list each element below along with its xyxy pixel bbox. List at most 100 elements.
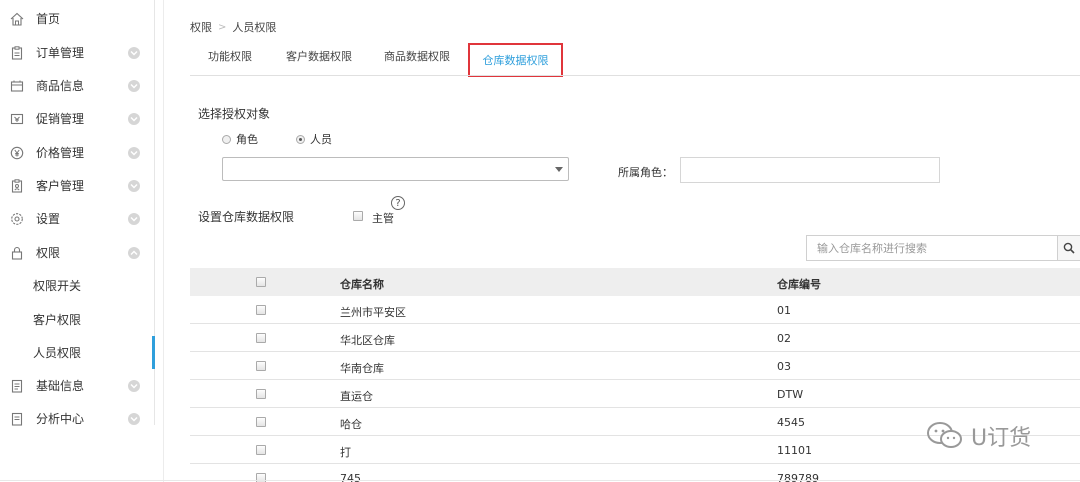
chevron-down-icon[interactable] <box>128 180 140 192</box>
customer-icon <box>9 178 24 193</box>
gear-icon <box>9 211 24 226</box>
row-checkbox[interactable] <box>256 416 266 430</box>
sidebar-item-label: 商品信息 <box>36 79 85 93</box>
sidebar-item-analysis[interactable]: 分析中心 <box>0 402 155 435</box>
manager-checkbox-wrap[interactable]: 主管 <box>353 208 394 225</box>
tab-product-data-permission[interactable]: 商品数据权限 <box>384 48 450 64</box>
chevron-down-icon[interactable] <box>128 47 140 59</box>
watermark: U订货 <box>925 420 1031 452</box>
tab-function-permission[interactable]: 功能权限 <box>208 48 252 64</box>
sidebar-item-settings[interactable]: 设置 <box>0 202 155 235</box>
help-icon[interactable]: ? <box>391 196 405 210</box>
sidebar-item-label: 设置 <box>36 212 61 226</box>
warehouse-name: 哈仓 <box>340 418 362 431</box>
table-row[interactable]: 华北区仓库 02 <box>190 324 1080 352</box>
sidebar-subitem-staff-permission[interactable]: 人员权限 <box>0 336 155 369</box>
row-checkbox[interactable] <box>256 388 266 402</box>
auth-target-select[interactable] <box>222 157 569 181</box>
role-field[interactable] <box>680 157 940 183</box>
header-warehouse-name: 仓库名称 <box>340 278 384 291</box>
sidebar-item-products[interactable]: 商品信息 <box>0 69 155 102</box>
lock-icon <box>9 245 24 260</box>
warehouse-name: 直运仓 <box>340 390 373 403</box>
header-warehouse-code: 仓库编号 <box>777 278 821 291</box>
radio-button[interactable] <box>222 134 231 144</box>
manager-label: 主管 <box>372 212 394 225</box>
sidebar-subitem-label: 客户权限 <box>33 313 82 327</box>
table-row[interactable]: 直运仓 DTW <box>190 380 1080 408</box>
sidebar-item-label: 分析中心 <box>36 412 85 426</box>
document-icon <box>9 378 24 393</box>
table-row[interactable]: 华南仓库 03 <box>190 352 1080 380</box>
auth-target-label: 选择授权对象 <box>198 107 271 121</box>
promotion-icon <box>9 111 24 126</box>
sidebar: 首页 订单管理 商品信息 促销管理 价格管理 客户管理 设置 权限 权限开关 客… <box>0 0 155 426</box>
chevron-down-icon[interactable] <box>128 380 140 392</box>
chevron-down-icon[interactable] <box>128 147 140 159</box>
sidebar-item-promotions[interactable]: 促销管理 <box>0 102 155 135</box>
radio-label: 角色 <box>236 133 258 146</box>
search-icon <box>1063 242 1075 254</box>
clipboard-icon <box>9 45 24 60</box>
sidebar-subitem-label: 权限开关 <box>33 279 82 293</box>
sidebar-item-label: 促销管理 <box>36 112 85 126</box>
breadcrumb-root[interactable]: 权限 <box>190 19 212 35</box>
chevron-down-icon[interactable] <box>128 80 140 92</box>
chevron-up-icon[interactable] <box>128 247 140 259</box>
manager-checkbox[interactable] <box>353 211 363 221</box>
sidebar-item-home[interactable]: 首页 <box>0 2 155 35</box>
row-checkbox[interactable] <box>256 360 266 374</box>
sidebar-subitem-customer-permission[interactable]: 客户权限 <box>0 303 155 336</box>
breadcrumb-separator: > <box>218 21 227 33</box>
warehouse-name: 华南仓库 <box>340 362 384 375</box>
row-checkbox[interactable] <box>256 304 266 318</box>
sidebar-item-label: 基础信息 <box>36 379 85 393</box>
wechat-icon <box>927 422 962 448</box>
tab-warehouse-data-permission[interactable]: 仓库数据权限 <box>468 43 563 77</box>
radio-staff[interactable]: 人员 <box>296 131 332 147</box>
radio-role[interactable]: 角色 <box>222 131 258 147</box>
sidebar-item-basic-info[interactable]: 基础信息 <box>0 369 155 402</box>
sidebar-item-orders[interactable]: 订单管理 <box>0 36 155 69</box>
table-header: 仓库名称 仓库编号 <box>190 268 1080 296</box>
analysis-icon <box>9 411 24 426</box>
row-checkbox[interactable] <box>256 332 266 346</box>
chevron-down-icon[interactable] <box>128 413 140 425</box>
home-icon <box>9 11 24 26</box>
chevron-down-icon[interactable] <box>128 113 140 125</box>
tab-label: 仓库数据权限 <box>482 54 549 67</box>
warehouse-code: 01 <box>777 304 791 317</box>
warehouse-search[interactable] <box>806 235 1058 261</box>
sidebar-item-pricing[interactable]: 价格管理 <box>0 136 155 169</box>
warehouse-code: 02 <box>777 332 791 345</box>
tabs-divider <box>190 75 1080 76</box>
warehouse-code: 11101 <box>777 444 812 457</box>
table-row[interactable]: 兰州市平安区 01 <box>190 296 1080 324</box>
role-label: 所属角色： <box>618 166 673 179</box>
row-checkbox[interactable] <box>256 444 266 458</box>
watermark-text: U订货 <box>971 426 1032 451</box>
tab-customer-data-permission[interactable]: 客户数据权限 <box>286 48 352 64</box>
product-box-icon <box>9 78 24 93</box>
radio-button[interactable] <box>296 134 305 144</box>
breadcrumb-current: 人员权限 <box>232 21 277 34</box>
select-all-checkbox[interactable] <box>256 276 266 290</box>
sidebar-item-permissions[interactable]: 权限 <box>0 236 155 269</box>
sidebar-item-label: 客户管理 <box>36 179 85 193</box>
sidebar-item-label: 权限 <box>36 246 61 260</box>
chevron-down-icon[interactable] <box>128 213 140 225</box>
search-button[interactable] <box>1057 235 1080 261</box>
warehouse-code: 4545 <box>777 416 805 429</box>
warehouse-code: DTW <box>777 388 804 401</box>
warehouse-name: 华北区仓库 <box>340 334 395 347</box>
warehouse-permission-label: 设置仓库数据权限 <box>198 210 295 224</box>
search-input[interactable] <box>807 236 1057 260</box>
breadcrumb: 权限 > 人员权限 <box>190 19 276 35</box>
sidebar-item-label: 价格管理 <box>36 146 85 160</box>
sidebar-item-customers[interactable]: 客户管理 <box>0 169 155 202</box>
sidebar-subitem-permission-switch[interactable]: 权限开关 <box>0 269 155 302</box>
warehouse-code: 03 <box>777 360 791 373</box>
yen-icon <box>9 145 24 160</box>
sidebar-item-label: 订单管理 <box>36 46 85 60</box>
sidebar-subitem-label: 人员权限 <box>33 346 82 360</box>
